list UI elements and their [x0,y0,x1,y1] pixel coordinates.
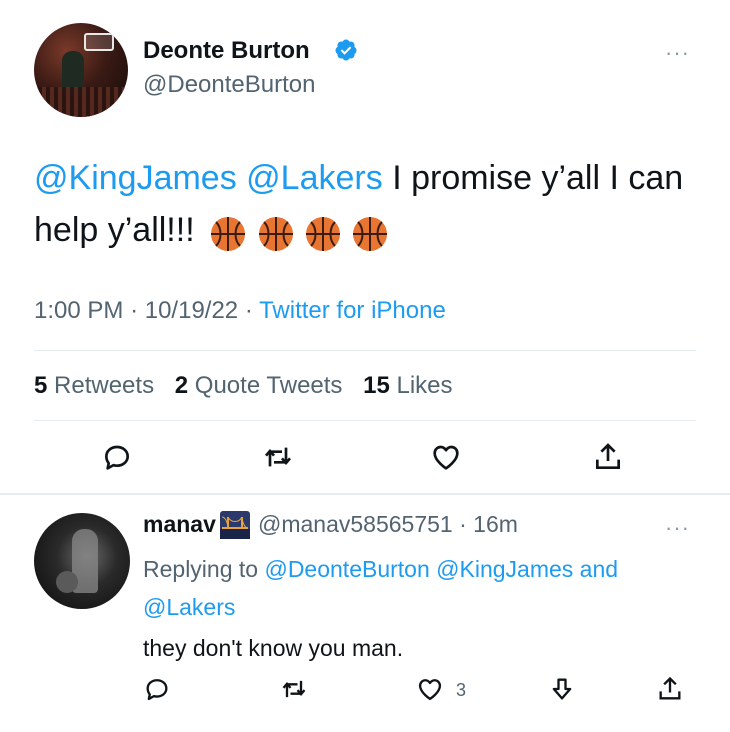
reply-time[interactable]: 16m [473,511,518,537]
tweet-actions [0,441,730,481]
likes-label: Likes [396,372,453,399]
basketball-icon [211,217,246,252]
bridge-at-night-icon [220,511,250,539]
basketball-icon [258,217,293,252]
tweet-body: @KingJames @Lakers I promise y’all I can… [34,152,694,258]
reply-button[interactable] [101,441,137,477]
author-avatar[interactable] [34,23,128,117]
retweet-button[interactable] [280,675,316,711]
tweet-date[interactable]: 10/19/22 [145,297,238,324]
reply-author-name[interactable]: manav [143,511,216,538]
basketball-icon [306,217,340,252]
like-button[interactable] [430,441,466,477]
tweet-source-link[interactable]: Twitter for iPhone [259,297,446,324]
main-tweet: Deonte Burton @DeonteBurton ··· @KingJam… [0,0,730,493]
heart-icon [418,679,442,701]
mention-link[interactable]: @Lakers [143,594,235,620]
arrow-down-icon [552,678,572,700]
retweet-icon [282,680,306,698]
tweet-stats: 5 Retweets 2 Quote Tweets 15 Likes [34,372,467,400]
retweets-label: Retweets [54,372,155,399]
meta-separator: · [130,297,145,324]
likes-count: 15 [363,372,390,399]
reply-button[interactable] [143,675,179,711]
share-icon [659,676,681,700]
replying-to: Replying to @DeonteBurton @KingJames and… [143,550,703,626]
divider [34,420,696,421]
author-name[interactable]: Deonte Burton [143,37,310,65]
divider [34,350,696,351]
reply-author-avatar[interactable] [34,513,130,609]
share-icon [596,443,620,469]
basketball-emoji-group [210,206,390,258]
quotes-label: Quote Tweets [194,372,343,399]
reply-icon [105,445,129,470]
reply-actions: 3 [0,675,730,711]
avatar-hoop-shape [84,33,114,51]
quotes-stat[interactable]: 2 Quote Tweets [175,372,343,399]
reply-text: they don't know you man. [143,635,404,661]
reply-icon [146,679,168,701]
meta-separator: · [459,511,474,537]
tweet-time[interactable]: 1:00 PM [34,297,123,324]
more-options-icon[interactable]: ··· [665,40,690,66]
likes-stat[interactable]: 15 Likes [363,372,452,399]
share-button[interactable] [592,441,628,477]
retweets-count: 5 [34,372,48,399]
quotes-count: 2 [174,372,189,399]
reply-handle-text[interactable]: @manav58565751 [258,511,453,537]
share-button[interactable] [656,675,692,711]
retweet-icon [264,447,292,467]
tweet-meta: 1:00 PM · 10/19/22 · Twitter for iPhone [34,297,446,325]
meta-separator: · [244,297,260,324]
more-options-icon[interactable]: ··· [665,515,690,541]
downvote-button[interactable] [548,675,584,711]
reply-likes-count: 3 [456,680,467,700]
replying-prefix: Replying to [143,556,259,582]
mention-link[interactable]: @KingJames [436,556,573,582]
retweets-stat[interactable]: 5 Retweets [34,372,154,399]
like-button[interactable] [416,675,452,711]
replying-and: and [579,556,619,582]
retweet-button[interactable] [262,441,298,477]
mention-link[interactable]: @KingJames [34,159,237,197]
mention-link[interactable]: @Lakers [246,159,383,197]
reply-tweet[interactable]: manav @manav58565751 · 16m ··· Replying … [0,495,730,732]
verified-badge-icon [335,39,357,61]
basketball-icon [353,217,388,252]
author-handle[interactable]: @DeonteBurton [143,71,315,99]
avatar-crowd-shape [34,87,128,117]
heart-icon [433,445,459,470]
reply-author-handle: @manav58565751 · 16m [258,511,518,538]
avatar-ball-shape [56,571,78,593]
mention-link[interactable]: @DeonteBurton [264,556,429,582]
